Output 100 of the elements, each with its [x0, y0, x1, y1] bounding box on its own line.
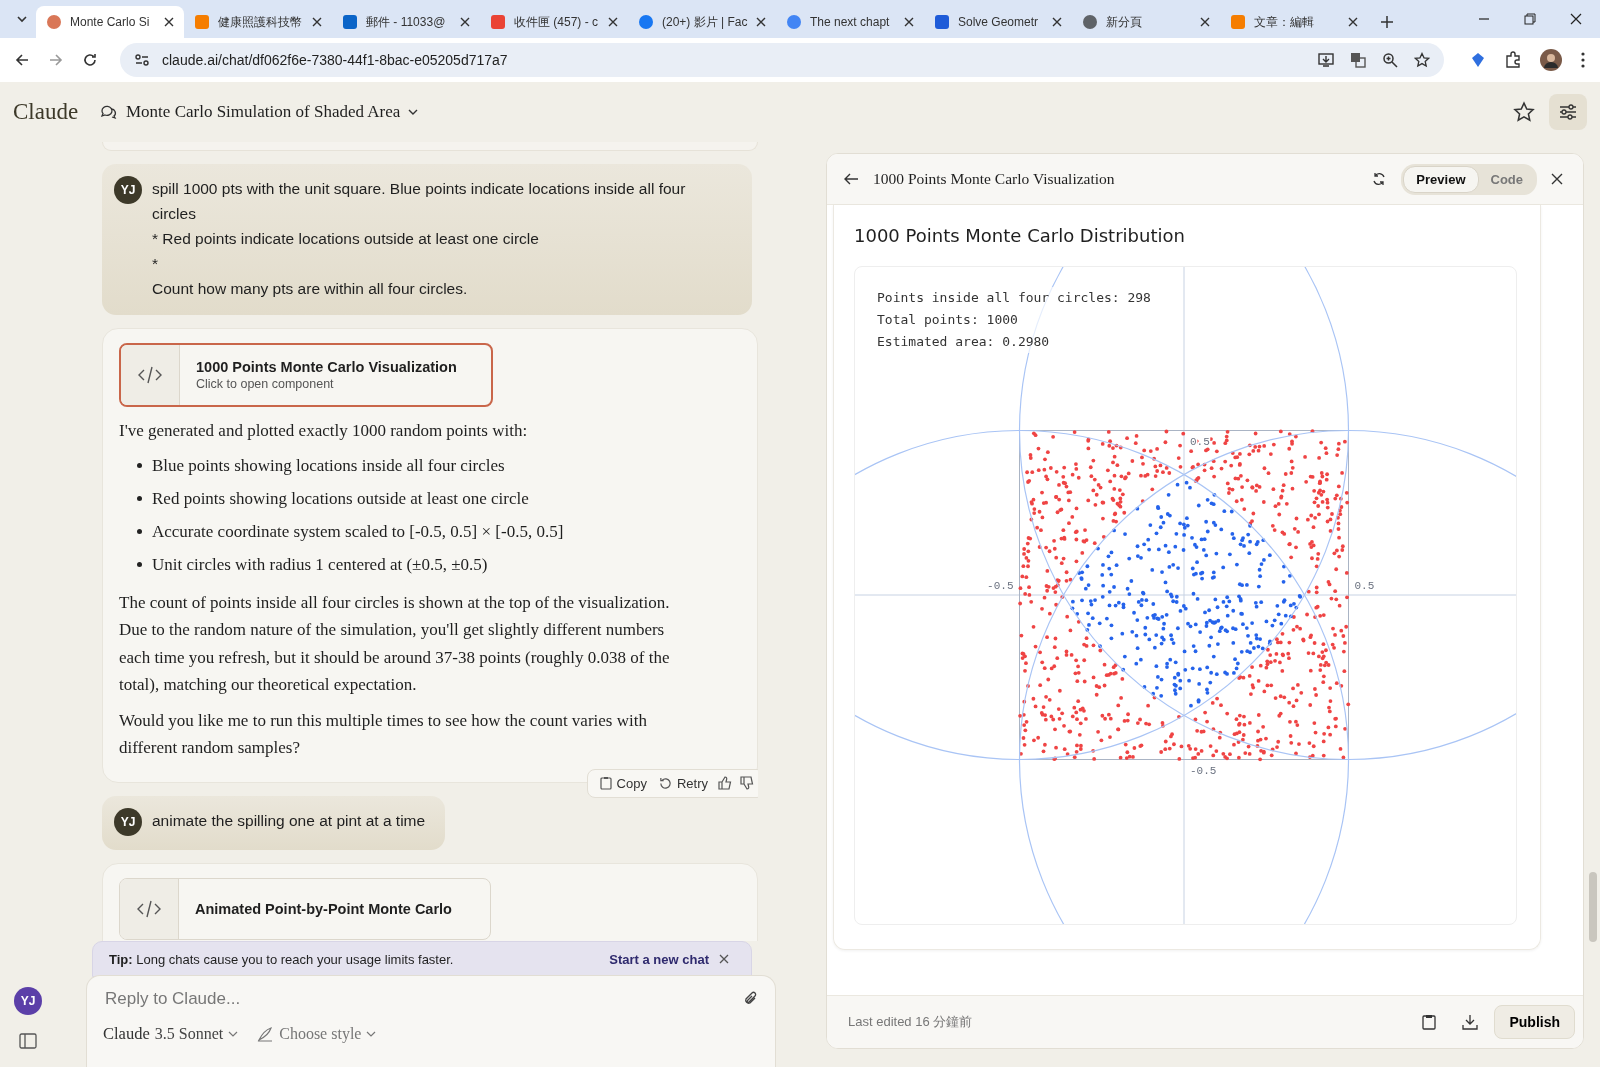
user-avatar: YJ	[114, 176, 142, 204]
restore-icon[interactable]	[1524, 13, 1536, 25]
tab-icon	[46, 14, 62, 30]
user-avatar: YJ	[114, 807, 142, 836]
code-icon	[137, 365, 163, 385]
reply-input[interactable]: Reply to Claude...	[103, 988, 743, 1010]
browser-tab[interactable]: Monte Carlo Si	[36, 6, 184, 38]
view-tab[interactable]: Preview	[1403, 165, 1479, 193]
extension-icon[interactable]	[1470, 52, 1486, 68]
forward-icon[interactable]	[48, 52, 64, 68]
chat-title-menu[interactable]: Monte Carlo Simulation of Shaded Area	[100, 102, 419, 122]
response-paragraph: The count of points inside all four circles is shown at the top of the visualization. Due to the random nature of the simulation, you'll get slightly different numbers each time you refresh, but it should be around 37-38 points (roughly 0.038 of the total), matching our theoretical expectation.	[119, 591, 671, 696]
back-icon[interactable]	[14, 52, 30, 68]
reload-icon[interactable]	[82, 52, 98, 68]
thumbs-up-icon[interactable]	[718, 776, 732, 790]
translate-icon[interactable]	[1350, 52, 1366, 68]
list-item-text: Blue points showing locations inside all four circles	[152, 454, 505, 477]
close-icon[interactable]	[904, 17, 914, 27]
artifact-title: 1000 Points Monte Carlo Visualization	[873, 170, 1116, 188]
copy-button[interactable]: Copy	[597, 773, 649, 793]
chevron-down-icon	[366, 1029, 377, 1039]
chat-bubbles-icon	[100, 103, 118, 121]
response-paragraph: I've generated and plotted exactly 1000 random points with:	[119, 420, 529, 442]
new-chat-link[interactable]: Start a new chat	[609, 951, 709, 967]
chevron-down-icon	[228, 1029, 239, 1039]
artifact-title: Animated Point-by-Point Monte Carlo	[195, 900, 452, 917]
model-selector[interactable]: Claude 3.5 Sonnet	[103, 1024, 239, 1044]
tick-label: -0.5	[987, 580, 1014, 592]
tab-icon	[490, 14, 506, 30]
browser-tab[interactable]: 郵件 - 11033@	[332, 6, 480, 38]
close-icon[interactable]	[164, 17, 174, 27]
star-icon[interactable]	[1414, 52, 1430, 68]
zoom-icon[interactable]	[1382, 52, 1398, 68]
bullet-icon	[137, 528, 142, 534]
star-icon[interactable]	[1513, 101, 1535, 123]
bullet-icon	[137, 462, 142, 468]
close-icon[interactable]	[312, 17, 322, 27]
browser-tab[interactable]: Solve Geometr	[924, 6, 1072, 38]
close-icon[interactable]	[756, 17, 766, 27]
tick-label: -0.5	[1190, 764, 1217, 777]
tab-icon	[194, 14, 210, 30]
browser-tab[interactable]: 健康照護科技幣	[184, 6, 332, 38]
message-text: *	[152, 254, 160, 274]
close-icon[interactable]	[1052, 17, 1062, 27]
profile-avatar-icon[interactable]	[1540, 49, 1562, 71]
tick-label: 0.5	[1190, 435, 1210, 448]
artifact-card[interactable]: 1000 Points Monte Carlo Visualization Click to open component	[119, 343, 493, 407]
address-bar[interactable]: claude.ai/chat/df062f6e-7380-44f1-8bac-e05205d717a7	[120, 43, 1444, 77]
close-icon[interactable]	[1348, 17, 1358, 27]
close-icon[interactable]	[1570, 13, 1582, 25]
url-text: claude.ai/chat/df062f6e-7380-44f1-8bac-e05205d717a7	[162, 52, 508, 68]
retry-button[interactable]: Retry	[656, 773, 710, 793]
last-edited-text: Last edited 16 分鐘前	[848, 1013, 974, 1031]
message-text: animate the spilling one at pint at a time	[152, 810, 426, 831]
claude-logo[interactable]: Claude	[13, 99, 100, 125]
publish-button[interactable]: Publish	[1494, 1005, 1575, 1039]
tab-icon	[1082, 14, 1098, 30]
download-icon[interactable]	[1462, 1014, 1479, 1030]
browser-tab[interactable]: (20+) 影片 | Fac	[628, 6, 776, 38]
chevron-down-icon	[408, 107, 419, 117]
list-item-text: Red points showing locations outside at least one circle	[152, 487, 529, 510]
quill-icon	[256, 1025, 275, 1043]
tab-icon	[638, 14, 654, 30]
tab-icon	[786, 14, 802, 30]
code-icon	[136, 898, 162, 919]
artifact-title: 1000 Points Monte Carlo Visualization	[196, 359, 457, 375]
bullet-icon	[137, 561, 142, 567]
close-icon[interactable]	[460, 17, 470, 27]
close-icon[interactable]	[719, 954, 729, 964]
clipboard-icon	[599, 776, 612, 790]
user-avatar[interactable]: YJ	[14, 987, 42, 1015]
tip-text: Tip: Long chats cause you to reach your usage limits faster.	[109, 951, 455, 967]
list-item-text: Accurate coordinate system scaled to [-0.5, 0.5] × [-0.5, 0.5]	[152, 520, 564, 543]
browser-tab[interactable]: 新分頁	[1072, 6, 1220, 38]
thumbs-down-icon[interactable]	[740, 776, 754, 790]
close-icon[interactable]	[608, 17, 618, 27]
close-icon[interactable]	[1551, 173, 1563, 185]
close-icon[interactable]	[1200, 17, 1210, 27]
settings-button[interactable]	[1549, 94, 1587, 130]
browser-tab[interactable]: 文章：編輯	[1220, 6, 1368, 38]
preview-heading: 1000 Points Monte Carlo Distribution	[854, 225, 1186, 246]
back-icon[interactable]	[843, 172, 859, 186]
new-tab-icon[interactable]	[1380, 15, 1394, 29]
artifact-card[interactable]: Animated Point-by-Point Monte Carlo	[119, 877, 491, 940]
sidebar-toggle-icon[interactable]	[19, 1033, 37, 1049]
tab-icon	[1230, 14, 1246, 30]
puzzle-icon[interactable]	[1504, 51, 1522, 69]
message-text: spill 1000 pts with the unit square. Blue points indicate locations inside all four circles	[152, 179, 687, 224]
browser-tab[interactable]: The next chapt	[776, 6, 924, 38]
install-icon[interactable]	[1318, 52, 1334, 68]
message-text: Count how many pts are within all four circles.	[152, 279, 469, 299]
bullet-icon	[137, 495, 142, 501]
site-settings-icon[interactable]	[134, 52, 150, 68]
response-paragraph: Would you like me to run this multiple times to see how the count varies with different random samples?	[119, 709, 648, 759]
message-text: * Red points indicate locations outside at least one circle	[152, 229, 540, 249]
menu-icon[interactable]	[1580, 51, 1586, 69]
stat-text: Points inside all four circles: 298	[877, 287, 1151, 309]
clipboard-icon[interactable]	[1422, 1014, 1437, 1030]
style-selector[interactable]: Choose style	[256, 1024, 377, 1044]
browser-tab[interactable]: 收件匣 (457) - c	[480, 6, 628, 38]
